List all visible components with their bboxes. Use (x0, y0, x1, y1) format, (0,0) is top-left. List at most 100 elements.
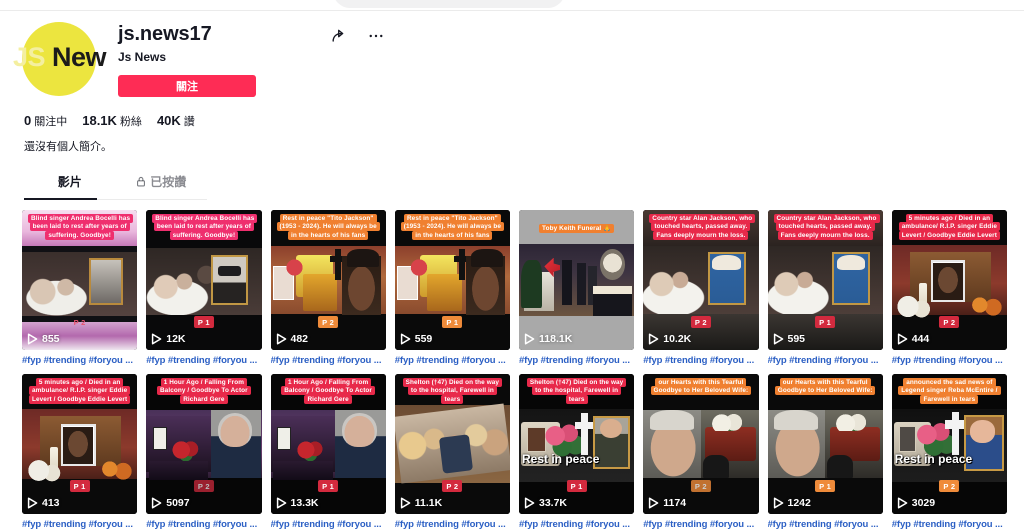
video-card[interactable]: our Hearts with this Tearful Goodbye to … (767, 374, 883, 529)
video-tags[interactable]: #fyp #trending #foryou ... (395, 355, 510, 366)
video-tags[interactable]: #fyp #trending #foryou ... (768, 519, 883, 529)
video-tags[interactable]: #fyp #trending #foryou ... (146, 355, 261, 366)
play-icon (400, 497, 411, 509)
video-tags[interactable]: #fyp #trending #foryou ... (395, 519, 510, 529)
play-count: 482 (276, 333, 308, 345)
video-card[interactable]: Shelton (†47) Died on the way to the hos… (519, 374, 635, 529)
part-badge: P 1 (69, 480, 90, 492)
video-card[interactable]: Toby Keith Funeral 🙏 118.1K #fyp #trendi… (519, 210, 635, 366)
play-icon (400, 333, 411, 345)
video-tags[interactable]: #fyp #trending #foryou ... (519, 519, 634, 529)
thumb-caption: Shelton (†47) Died on the way to the hos… (523, 378, 630, 405)
share-icon[interactable] (330, 26, 349, 45)
video-tags[interactable]: #fyp #trending #foryou ... (643, 519, 758, 529)
video-thumbnail[interactable]: Shelton (†47) Died on the way to the hos… (394, 374, 510, 514)
video-thumbnail[interactable]: Blind singer Andrea Bocelli has been lai… (146, 210, 262, 350)
thumb-caption: Toby Keith Funeral 🙏 (523, 224, 630, 234)
video-thumbnail[interactable]: 5 minutes ago / Died in an ambulance/ R.… (891, 210, 1007, 350)
video-thumbnail[interactable]: 1 Hour Ago / Falling From Balcony / Good… (146, 374, 262, 514)
play-icon (897, 497, 908, 509)
thumb-caption: announced the sad news of Legend singer … (896, 378, 1003, 405)
play-count-value: 559 (414, 333, 433, 345)
avatar-text-bold: New (52, 42, 107, 72)
video-card[interactable]: Country star Alan Jackson, who touched h… (643, 210, 759, 366)
video-tags[interactable]: #fyp #trending #foryou ... (146, 519, 261, 529)
header-actions (330, 26, 385, 45)
video-thumbnail[interactable]: 1 Hour Ago / Falling From Balcony / Good… (270, 374, 386, 514)
video-tags[interactable]: #fyp #trending #foryou ... (892, 519, 1007, 529)
video-card[interactable]: our Hearts with this Tearful Goodbye to … (643, 374, 759, 529)
video-card[interactable]: Rest in peace "Tito Jackson" (1953 - 202… (270, 210, 386, 366)
stat-followers[interactable]: 18.1K 粉絲 (82, 113, 142, 129)
play-count: 595 (773, 333, 805, 345)
profile-header: JS New js.news17 Js News 關注 0 關注中 18.1K … (0, 0, 1024, 200)
play-icon (276, 333, 287, 345)
video-thumbnail[interactable]: Blind singer Andrea Bocelli has been lai… (22, 210, 138, 350)
video-tags[interactable]: #fyp #trending #foryou ... (22, 519, 137, 529)
stat-followers-label: 粉絲 (119, 116, 142, 128)
video-thumbnail[interactable]: Country star Alan Jackson, who touched h… (643, 210, 759, 350)
video-card[interactable]: Shelton (†47) Died on the way to the hos… (394, 374, 510, 529)
thumb-caption: Rest in peace "Tito Jackson" (1953 - 202… (275, 214, 382, 241)
play-count: 10.2K (648, 333, 691, 345)
video-thumbnail[interactable]: Rest in peace "Tito Jackson" (1953 - 202… (270, 210, 386, 350)
video-thumbnail[interactable]: Rest in peace "Tito Jackson" (1953 - 202… (394, 210, 510, 350)
video-thumbnail[interactable]: our Hearts with this Tearful Goodbye to … (767, 374, 883, 514)
video-card[interactable]: 5 minutes ago / Died in an ambulance/ R.… (891, 210, 1007, 366)
video-tags[interactable]: #fyp #trending #foryou ... (768, 355, 883, 366)
thumb-caption: our Hearts with this Tearful Goodbye to … (647, 378, 754, 397)
part-badge: P 2 (318, 316, 339, 328)
video-card[interactable]: announced the sad news of Legend singer … (891, 374, 1007, 529)
part-badge: P 2 (939, 480, 960, 492)
profile-tabs: 影片 已按讚 (24, 173, 207, 200)
play-icon (648, 333, 659, 345)
video-card[interactable]: Country star Alan Jackson, who touched h… (767, 210, 883, 366)
follow-button[interactable]: 關注 (118, 75, 256, 97)
play-icon (27, 333, 38, 345)
video-tags[interactable]: #fyp #trending #foryou ... (271, 355, 386, 366)
stat-following[interactable]: 0 關注中 (24, 113, 67, 129)
video-card[interactable]: 5 minutes ago / Died in an ambulance/ R.… (22, 374, 138, 529)
play-icon (27, 497, 38, 509)
video-thumbnail[interactable]: Country star Alan Jackson, who touched h… (767, 210, 883, 350)
thumb-overlay-text: Rest in peace (522, 452, 600, 467)
play-count-value: 33.7K (539, 497, 568, 509)
play-count: 11.1K (400, 497, 442, 509)
play-count: 13.3K (276, 497, 319, 509)
thumb-overlay-text: Rest in peace (894, 452, 973, 467)
video-card[interactable]: Blind singer Andrea Bocelli has been lai… (22, 210, 138, 366)
part-badge: P 1 (566, 480, 587, 492)
video-tags[interactable]: #fyp #trending #foryou ... (643, 355, 758, 366)
thumb-caption: 1 Hour Ago / Falling From Balcony / Good… (150, 378, 257, 405)
tab-active-indicator (24, 198, 97, 200)
video-tags[interactable]: #fyp #trending #foryou ... (519, 355, 634, 366)
video-tags[interactable]: #fyp #trending #foryou ... (22, 355, 137, 366)
thumb-caption: Country star Alan Jackson, who touched h… (647, 214, 756, 241)
video-card[interactable]: 1 Hour Ago / Falling From Balcony / Good… (146, 374, 262, 529)
stat-following-label: 關注中 (34, 116, 68, 128)
part-badge: P 2 (442, 480, 463, 492)
video-tags[interactable]: #fyp #trending #foryou ... (271, 519, 386, 529)
video-thumbnail[interactable]: 5 minutes ago / Died in an ambulance/ R.… (22, 374, 138, 514)
video-thumbnail[interactable]: Shelton (†47) Died on the way to the hos… (519, 374, 635, 514)
avatar[interactable]: JS New (13, 22, 107, 96)
tab-videos[interactable]: 影片 (24, 173, 116, 199)
video-thumbnail[interactable]: Toby Keith Funeral 🙏 118.1K (519, 210, 635, 350)
video-card[interactable]: Blind singer Andrea Bocelli has been lai… (146, 210, 262, 366)
page-title: js.news17 (118, 23, 212, 45)
video-thumbnail[interactable]: our Hearts with this Tearful Goodbye to … (643, 374, 759, 514)
play-count: 559 (400, 333, 433, 345)
stat-followers-value: 18.1K (82, 113, 117, 128)
video-thumbnail[interactable]: announced the sad news of Legend singer … (891, 374, 1007, 514)
part-badge: P 1 (318, 480, 339, 492)
video-card[interactable]: 1 Hour Ago / Falling From Balcony / Good… (270, 374, 386, 529)
play-count: 413 (27, 497, 60, 509)
avatar-text: JS New (13, 42, 107, 72)
more-options-icon[interactable] (366, 26, 385, 45)
tab-liked[interactable]: 已按讚 (116, 173, 208, 199)
video-card[interactable]: Rest in peace "Tito Jackson" (1953 - 202… (394, 210, 510, 366)
video-tags[interactable]: #fyp #trending #foryou ... (892, 355, 1007, 366)
play-icon (897, 333, 908, 345)
part-badge: P 1 (442, 316, 463, 328)
lock-icon (136, 176, 146, 187)
